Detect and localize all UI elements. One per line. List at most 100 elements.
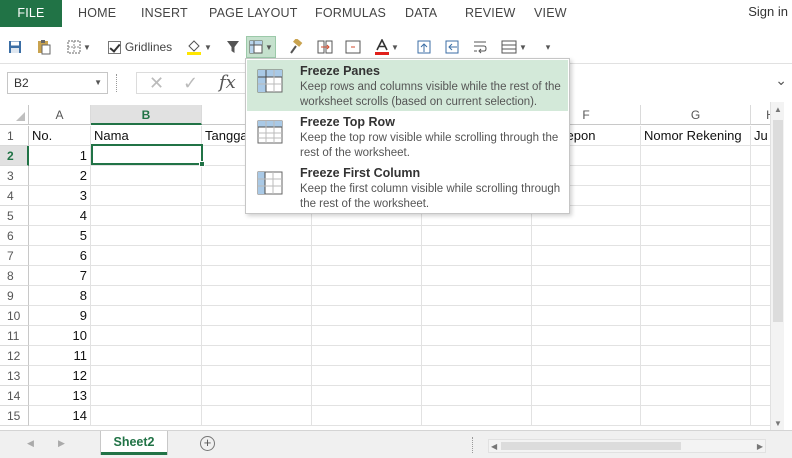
cell[interactable] [641,366,751,386]
cell[interactable] [202,246,312,266]
cell[interactable] [422,246,532,266]
cell[interactable] [751,266,770,286]
cell[interactable] [91,406,202,426]
cell[interactable] [91,186,202,206]
row-header[interactable]: 7 [0,246,29,266]
header-cell[interactable]: Ju [751,126,770,146]
cell[interactable]: 11 [29,346,91,366]
cell[interactable] [202,306,312,326]
cell[interactable] [312,366,422,386]
merge-cells-icon[interactable] [314,36,336,58]
cell[interactable] [91,326,202,346]
cell[interactable] [532,246,641,266]
cell[interactable] [532,266,641,286]
tab-splitter[interactable] [472,437,476,453]
column-header-g[interactable]: G [641,105,751,125]
cell[interactable] [641,346,751,366]
vertical-scrollbar[interactable]: ▲ ▼ [770,102,784,430]
fill-color-icon[interactable]: ▼ [184,36,214,58]
menu-item-freeze-first-column[interactable]: Freeze First Column Keep the first colum… [247,162,568,213]
cell[interactable]: 14 [29,406,91,426]
cell[interactable] [91,306,202,326]
cell[interactable] [202,386,312,406]
cell[interactable] [91,166,202,186]
save-icon[interactable] [6,36,24,58]
cell[interactable] [751,146,770,166]
cell[interactable] [91,246,202,266]
name-box-dropdown-icon[interactable]: ▼ [94,78,102,87]
cell[interactable]: 4 [29,206,91,226]
row-header[interactable]: 9 [0,286,29,306]
cell[interactable]: 6 [29,246,91,266]
fill-handle[interactable] [199,161,205,167]
row-header[interactable]: 15 [0,406,29,426]
tab-page-layout[interactable]: PAGE LAYOUT [209,0,298,27]
borders-icon[interactable]: ▼ [64,36,94,58]
header-cell[interactable]: No. [29,126,91,146]
cell[interactable] [532,406,641,426]
wrap-text-icon[interactable] [470,36,490,58]
tab-home[interactable]: HOME [78,0,116,27]
cell[interactable] [202,226,312,246]
align-left-icon[interactable] [442,36,462,58]
cell[interactable] [641,266,751,286]
font-color-icon[interactable]: ▼ [372,36,402,58]
header-cell[interactable]: Nama [91,126,202,146]
sign-in-link[interactable]: Sign in [748,4,788,19]
cell[interactable] [641,386,751,406]
cell[interactable] [202,286,312,306]
cell[interactable] [422,366,532,386]
cell[interactable] [532,366,641,386]
cell[interactable] [641,166,751,186]
row-header[interactable]: 10 [0,306,29,326]
cell[interactable] [751,186,770,206]
cell[interactable] [641,306,751,326]
cell[interactable] [91,226,202,246]
cell-styles-icon[interactable]: ▼ [498,36,530,58]
cell[interactable]: 1 [29,146,91,166]
cell[interactable] [312,326,422,346]
row-header[interactable]: 1 [0,126,29,146]
cell[interactable] [532,386,641,406]
cell[interactable] [751,386,770,406]
cell[interactable] [532,346,641,366]
menu-item-freeze-top-row[interactable]: Freeze Top Row Keep the top row visible … [247,111,568,162]
customize-toolbar-icon[interactable]: ▾ [540,36,556,58]
cell[interactable] [422,286,532,306]
gridlines-checkbox[interactable] [107,40,121,54]
paste-icon[interactable] [34,36,54,58]
cell[interactable]: 12 [29,366,91,386]
column-header-h[interactable]: H [751,105,770,125]
row-header[interactable]: 2 [0,146,29,166]
cell[interactable] [202,266,312,286]
name-box[interactable]: B2 ▼ [7,72,108,94]
cell[interactable] [91,366,202,386]
cell[interactable] [91,386,202,406]
row-header[interactable]: 3 [0,166,29,186]
tab-insert[interactable]: INSERT [141,0,188,27]
cell[interactable] [91,286,202,306]
row-header[interactable]: 5 [0,206,29,226]
cell[interactable] [751,406,770,426]
horizontal-scrollbar[interactable]: ◀ ▶ [488,439,766,453]
menu-item-freeze-panes[interactable]: Freeze Panes Keep rows and columns visib… [247,60,568,111]
cell[interactable] [312,246,422,266]
cell[interactable] [751,326,770,346]
unmerge-cells-icon[interactable] [342,36,364,58]
sheet-tab-sheet2[interactable]: Sheet2 [101,431,167,455]
cell[interactable] [91,206,202,226]
cell[interactable]: 2 [29,166,91,186]
tab-review[interactable]: REVIEW [465,0,516,27]
row-header[interactable]: 6 [0,226,29,246]
cell[interactable] [422,306,532,326]
filter-icon[interactable] [224,36,242,58]
cell[interactable] [202,406,312,426]
row-header[interactable]: 8 [0,266,29,286]
scroll-right-icon[interactable]: ▶ [757,442,763,451]
cell[interactable] [91,346,202,366]
enter-icon[interactable]: ✓ [183,73,198,94]
tab-data[interactable]: DATA [405,0,437,27]
cell[interactable] [91,266,202,286]
cell[interactable] [751,286,770,306]
horizontal-scroll-thumb[interactable] [501,442,681,450]
